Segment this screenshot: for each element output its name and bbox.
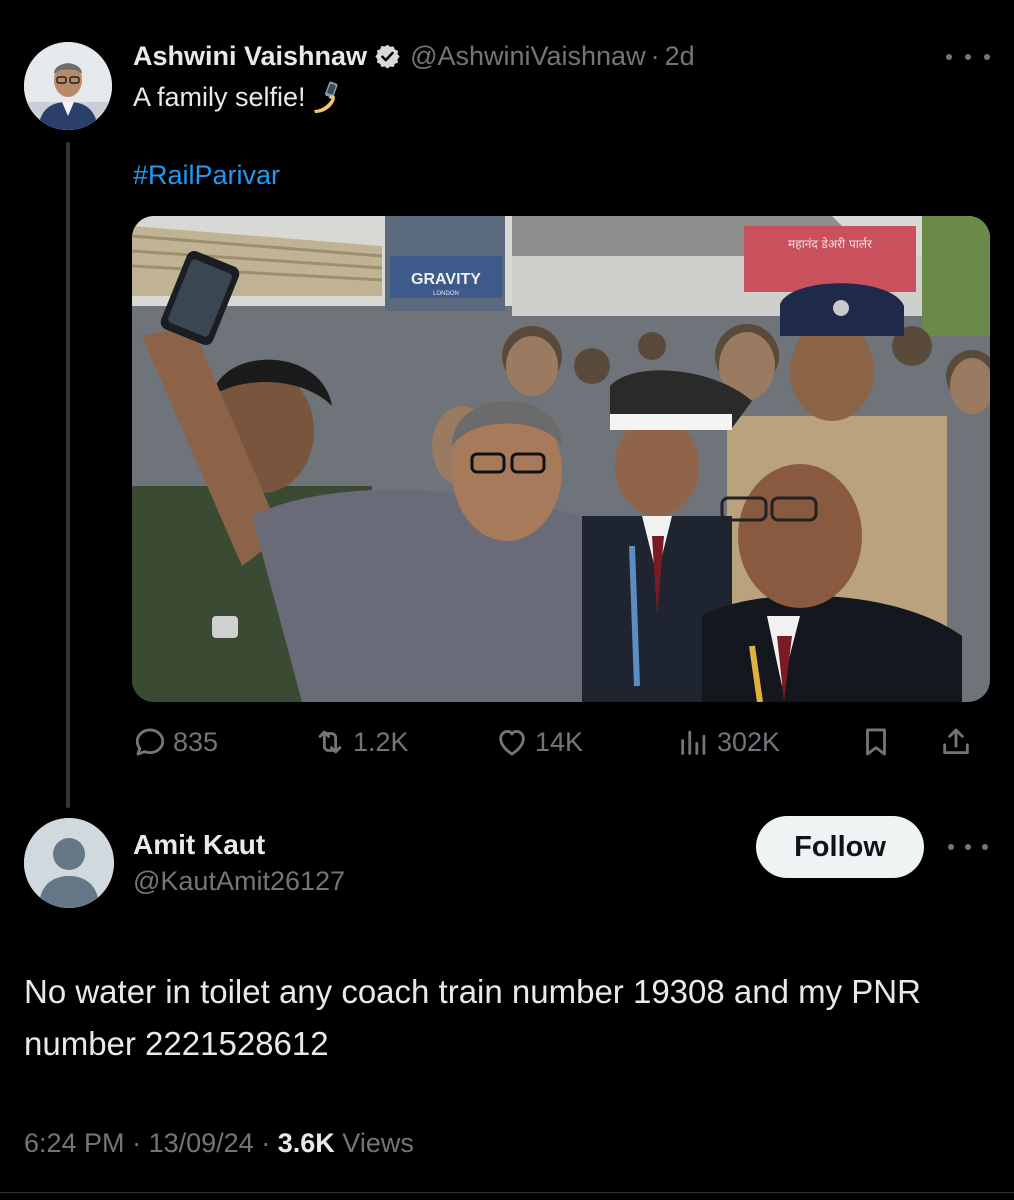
billboard-text: GRAVITY bbox=[411, 271, 481, 288]
shop-sign-text: महानंद डेअरी पार्लर bbox=[788, 237, 873, 251]
tweet-actions: 835 1.2K 14K 302K bbox=[133, 722, 993, 762]
like-count: 14K bbox=[535, 726, 584, 757]
views-button[interactable]: 302K bbox=[677, 722, 780, 762]
more-options-icon[interactable] bbox=[946, 44, 990, 70]
thread-connector-line bbox=[66, 142, 70, 808]
reply-views-label: Views bbox=[342, 1128, 414, 1158]
reply-author-handle[interactable]: @KautAmit26127 bbox=[133, 866, 345, 897]
reply-author-name[interactable]: Amit Kaut bbox=[133, 829, 265, 861]
avatar-photo bbox=[24, 42, 112, 130]
views-count: 302K bbox=[717, 726, 781, 757]
bookmark-icon bbox=[866, 728, 886, 756]
tweet-photo[interactable]: GRAVITY LONDON महानंद डेअरी पार्लर bbox=[132, 216, 990, 702]
tweet-time[interactable]: 2d bbox=[665, 41, 695, 72]
separator-dot: · bbox=[132, 1128, 142, 1158]
repost-count: 1.2K bbox=[353, 726, 409, 757]
author-handle[interactable]: @AshwiniVaishnaw bbox=[410, 41, 646, 72]
separator-dot: · bbox=[650, 40, 660, 71]
reply-text: No water in toilet any coach train numbe… bbox=[24, 973, 921, 1062]
hashtag-link[interactable]: #RailParivar bbox=[133, 160, 280, 191]
divider bbox=[0, 1192, 1014, 1193]
reply-author-avatar[interactable] bbox=[24, 818, 114, 908]
reply-date[interactable]: 13/09/24 bbox=[149, 1128, 254, 1158]
like-button[interactable]: 14K bbox=[495, 722, 583, 762]
follow-button[interactable]: Follow bbox=[756, 816, 924, 878]
selfie-photo: GRAVITY LONDON महानंद डेअरी पार्लर bbox=[132, 216, 990, 702]
share-button[interactable] bbox=[939, 722, 979, 762]
selfie-icon bbox=[313, 81, 338, 113]
analytics-icon bbox=[681, 730, 706, 755]
reply-views-count: 3.6K bbox=[277, 1128, 335, 1158]
repost-icon bbox=[318, 730, 342, 754]
heart-icon bbox=[499, 729, 525, 756]
reply-time[interactable]: 6:24 PM bbox=[24, 1128, 125, 1158]
reply-count: 835 bbox=[173, 726, 219, 757]
reply-icon bbox=[135, 728, 165, 756]
author-name[interactable]: Ashwini Vaishnaw bbox=[133, 41, 367, 72]
tweet-header: Ashwini Vaishnaw @AshwiniVaishnaw · 2d bbox=[133, 38, 695, 74]
verified-badge-icon bbox=[375, 44, 400, 69]
share-icon bbox=[943, 728, 969, 755]
separator-dot: · bbox=[261, 1128, 271, 1158]
tweet-text-content: A family selfie! bbox=[133, 81, 306, 112]
more-options-icon[interactable] bbox=[948, 834, 988, 860]
reply-meta: 6:24 PM · 13/09/24 · 3.6K Views bbox=[24, 1128, 414, 1159]
author-avatar[interactable] bbox=[24, 42, 112, 130]
reply-button[interactable]: 835 bbox=[133, 722, 218, 762]
tweet-text: A family selfie! bbox=[133, 80, 344, 114]
repost-button[interactable]: 1.2K bbox=[313, 722, 409, 762]
default-avatar-icon bbox=[24, 818, 114, 908]
bookmark-button[interactable] bbox=[859, 722, 899, 762]
billboard-subtext: LONDON bbox=[433, 291, 459, 297]
